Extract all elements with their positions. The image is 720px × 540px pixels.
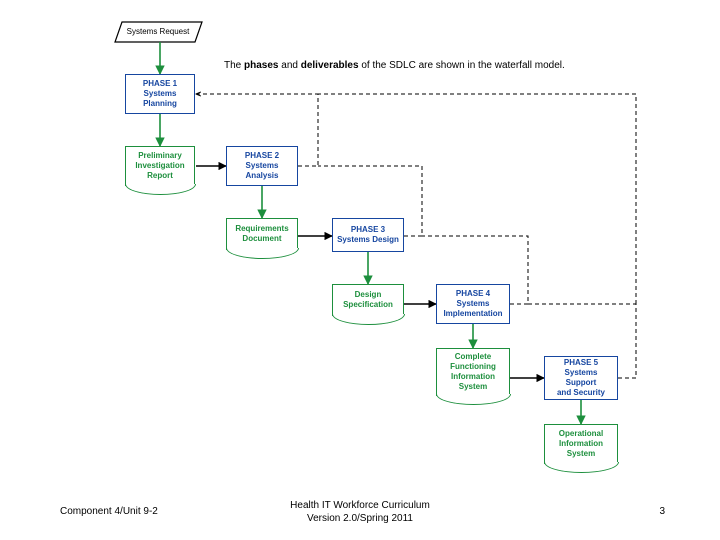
deliverable-2-label: RequirementsDocument xyxy=(235,224,288,244)
footer-center: Health IT Workforce Curriculum Version 2… xyxy=(0,500,720,525)
footer-center-line2: Version 2.0/Spring 2011 xyxy=(307,513,413,524)
deliverable-1-label: PreliminaryInvestigationReport xyxy=(135,151,184,181)
phase-4-label: PHASE 4SystemsImplementation xyxy=(443,289,502,319)
deliverable-5-label: OperationalInformationSystem xyxy=(559,429,603,459)
phase-5-label: PHASE 5Systems Supportand Security xyxy=(549,358,613,398)
phase-2-label: PHASE 2SystemsAnalysis xyxy=(245,151,279,181)
footer-right: 3 xyxy=(659,506,665,517)
deliverable-5: OperationalInformationSystem xyxy=(544,424,618,464)
deliverable-4: CompleteFunctioningInformationSystem xyxy=(436,348,510,396)
deliverable-4-label: CompleteFunctioningInformationSystem xyxy=(450,352,496,392)
deliverable-3-label: DesignSpecification xyxy=(343,290,393,310)
phase-3-label: PHASE 3Systems Design xyxy=(337,225,399,245)
phase-3: PHASE 3Systems Design xyxy=(332,218,404,252)
phase-5: PHASE 5Systems Supportand Security xyxy=(544,356,618,400)
phase-4: PHASE 4SystemsImplementation xyxy=(436,284,510,324)
phase-2: PHASE 2SystemsAnalysis xyxy=(226,146,298,186)
deliverable-2: RequirementsDocument xyxy=(226,218,298,250)
diagram-stage: Systems Request The phases and deliverab… xyxy=(0,0,720,540)
phase-1: PHASE 1SystemsPlanning xyxy=(125,74,195,114)
deliverable-1: PreliminaryInvestigationReport xyxy=(125,146,195,186)
caption: The phases and deliverables of the SDLC … xyxy=(224,60,565,71)
start-label: Systems Request xyxy=(127,27,190,37)
footer-center-line1: Health IT Workforce Curriculum xyxy=(290,500,430,511)
start-box: Systems Request xyxy=(118,20,198,44)
phase-1-label: PHASE 1SystemsPlanning xyxy=(143,79,177,109)
deliverable-3: DesignSpecification xyxy=(332,284,404,316)
